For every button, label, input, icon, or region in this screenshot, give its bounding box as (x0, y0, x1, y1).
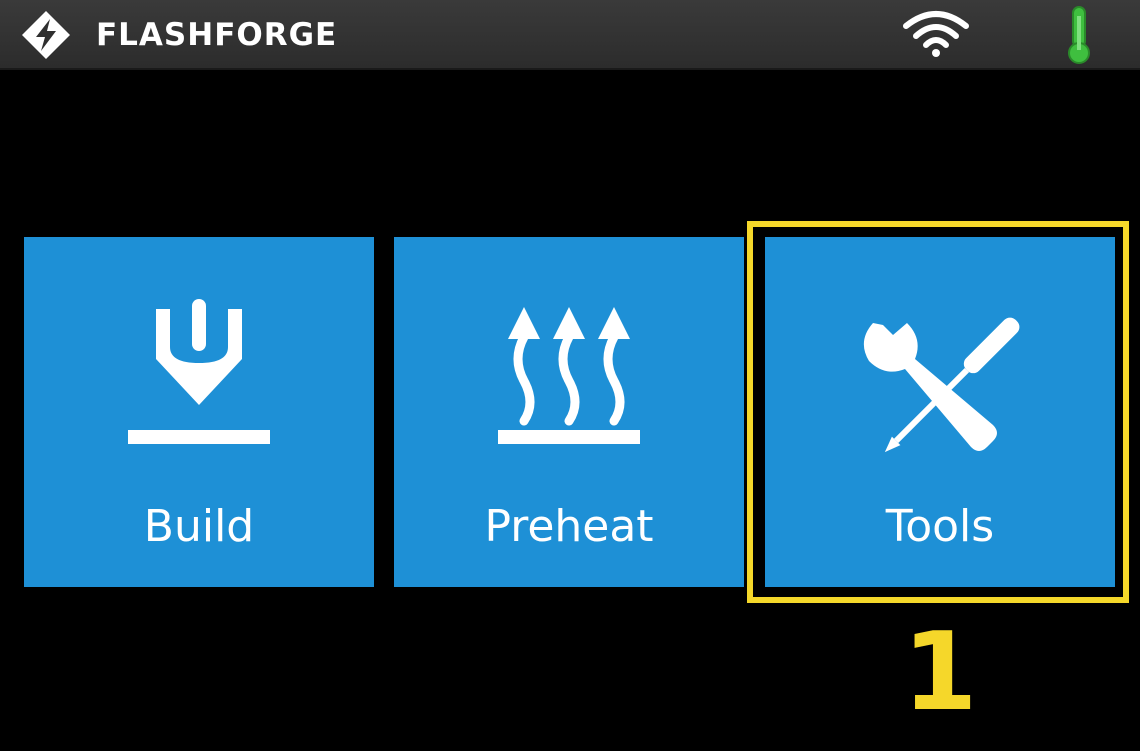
flashforge-logo-icon (22, 11, 70, 59)
build-icon (128, 299, 270, 444)
build-tile[interactable]: Build (24, 237, 374, 587)
build-label: Build (143, 501, 255, 552)
brand-name: FLASHFORGE (96, 17, 338, 53)
top-status-bar: FLASHFORGE (0, 0, 1140, 70)
thermometer-icon (1068, 6, 1090, 64)
step-highlight-box (747, 221, 1129, 603)
preheat-tile[interactable]: Preheat (394, 237, 744, 587)
step-number: 1 (902, 610, 978, 735)
heat-icon (498, 307, 640, 444)
printer-screen: FLASHFORGE Build Preheat Tools 1 (0, 0, 1140, 751)
wifi-icon (903, 11, 969, 57)
preheat-label: Preheat (484, 501, 654, 552)
